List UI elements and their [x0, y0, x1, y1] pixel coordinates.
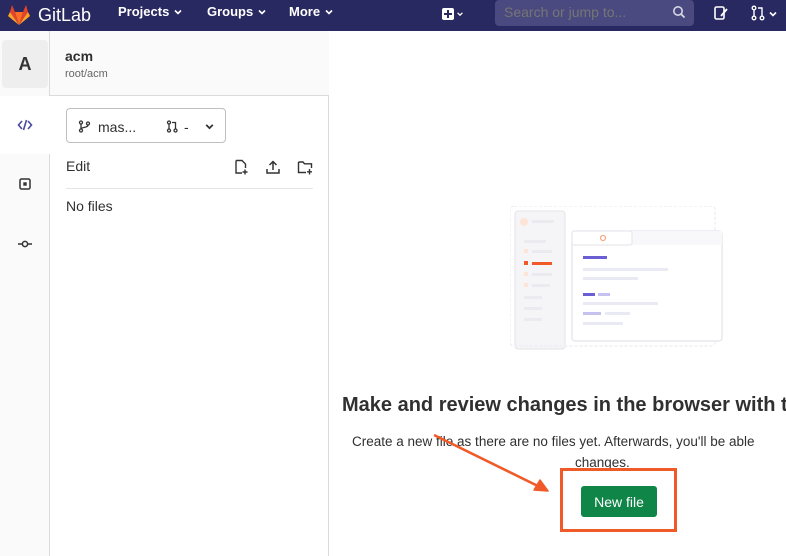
- gitlab-logo-icon[interactable]: [6, 2, 32, 28]
- review-icon: [19, 178, 31, 190]
- branch-name: mas...: [98, 119, 137, 135]
- top-navbar: GitLab Projects Groups More: [0, 0, 786, 31]
- branch-icon: [78, 120, 91, 133]
- issues-icon[interactable]: [712, 4, 730, 22]
- empty-state-title: Make and review changes in the browser w…: [342, 394, 786, 416]
- empty-state-illustration: [510, 206, 723, 350]
- plus-icon: [442, 8, 454, 20]
- chevron-down-icon: [325, 9, 333, 15]
- divider: [66, 188, 313, 189]
- search-input[interactable]: [504, 4, 664, 20]
- file-panel: mas... - Edit No files: [50, 96, 329, 556]
- branch-selector[interactable]: mas... -: [66, 108, 226, 143]
- nav-projects-label: Projects: [118, 4, 170, 19]
- project-path[interactable]: root/acm: [65, 68, 108, 80]
- nav-more-label: More: [289, 4, 321, 19]
- edit-mode-button[interactable]: [0, 96, 50, 154]
- nav-projects[interactable]: Projects: [118, 4, 183, 20]
- merge-requests-icon[interactable]: [750, 4, 768, 22]
- nav-groups-label: Groups: [207, 4, 254, 19]
- new-file-icon[interactable]: [233, 159, 249, 175]
- chevron-down-icon: [174, 9, 182, 15]
- new-directory-icon[interactable]: [297, 159, 313, 175]
- project-name[interactable]: acm: [65, 48, 93, 64]
- edit-label: Edit: [66, 158, 91, 174]
- main-area: Make and review changes in the browser w…: [330, 31, 786, 556]
- project-avatar[interactable]: A: [2, 40, 48, 88]
- empty-files-message: No files: [66, 198, 113, 214]
- brand-name[interactable]: GitLab: [38, 4, 91, 26]
- chevron-down-icon: [258, 9, 266, 15]
- activity-bar: A: [0, 31, 50, 556]
- chevron-down-icon: [205, 124, 214, 130]
- merge-request-icon: [166, 120, 178, 133]
- upload-icon[interactable]: [265, 159, 281, 175]
- chevron-down-icon: [769, 11, 777, 17]
- nav-more[interactable]: More: [289, 4, 334, 20]
- review-mode-button[interactable]: [0, 155, 50, 213]
- nav-groups[interactable]: Groups: [207, 4, 267, 20]
- create-new-button[interactable]: [442, 5, 464, 23]
- merge-request-label: -: [184, 119, 189, 135]
- search-icon: [673, 6, 686, 19]
- search-box[interactable]: [495, 0, 694, 26]
- chevron-down-icon: [457, 12, 463, 17]
- commit-mode-button[interactable]: [0, 215, 50, 273]
- commit-icon: [18, 240, 32, 248]
- new-file-button[interactable]: New file: [581, 486, 657, 517]
- code-icon: [17, 119, 33, 131]
- project-header: acm root/acm: [50, 31, 329, 96]
- annotation-arrow-icon: [433, 433, 549, 492]
